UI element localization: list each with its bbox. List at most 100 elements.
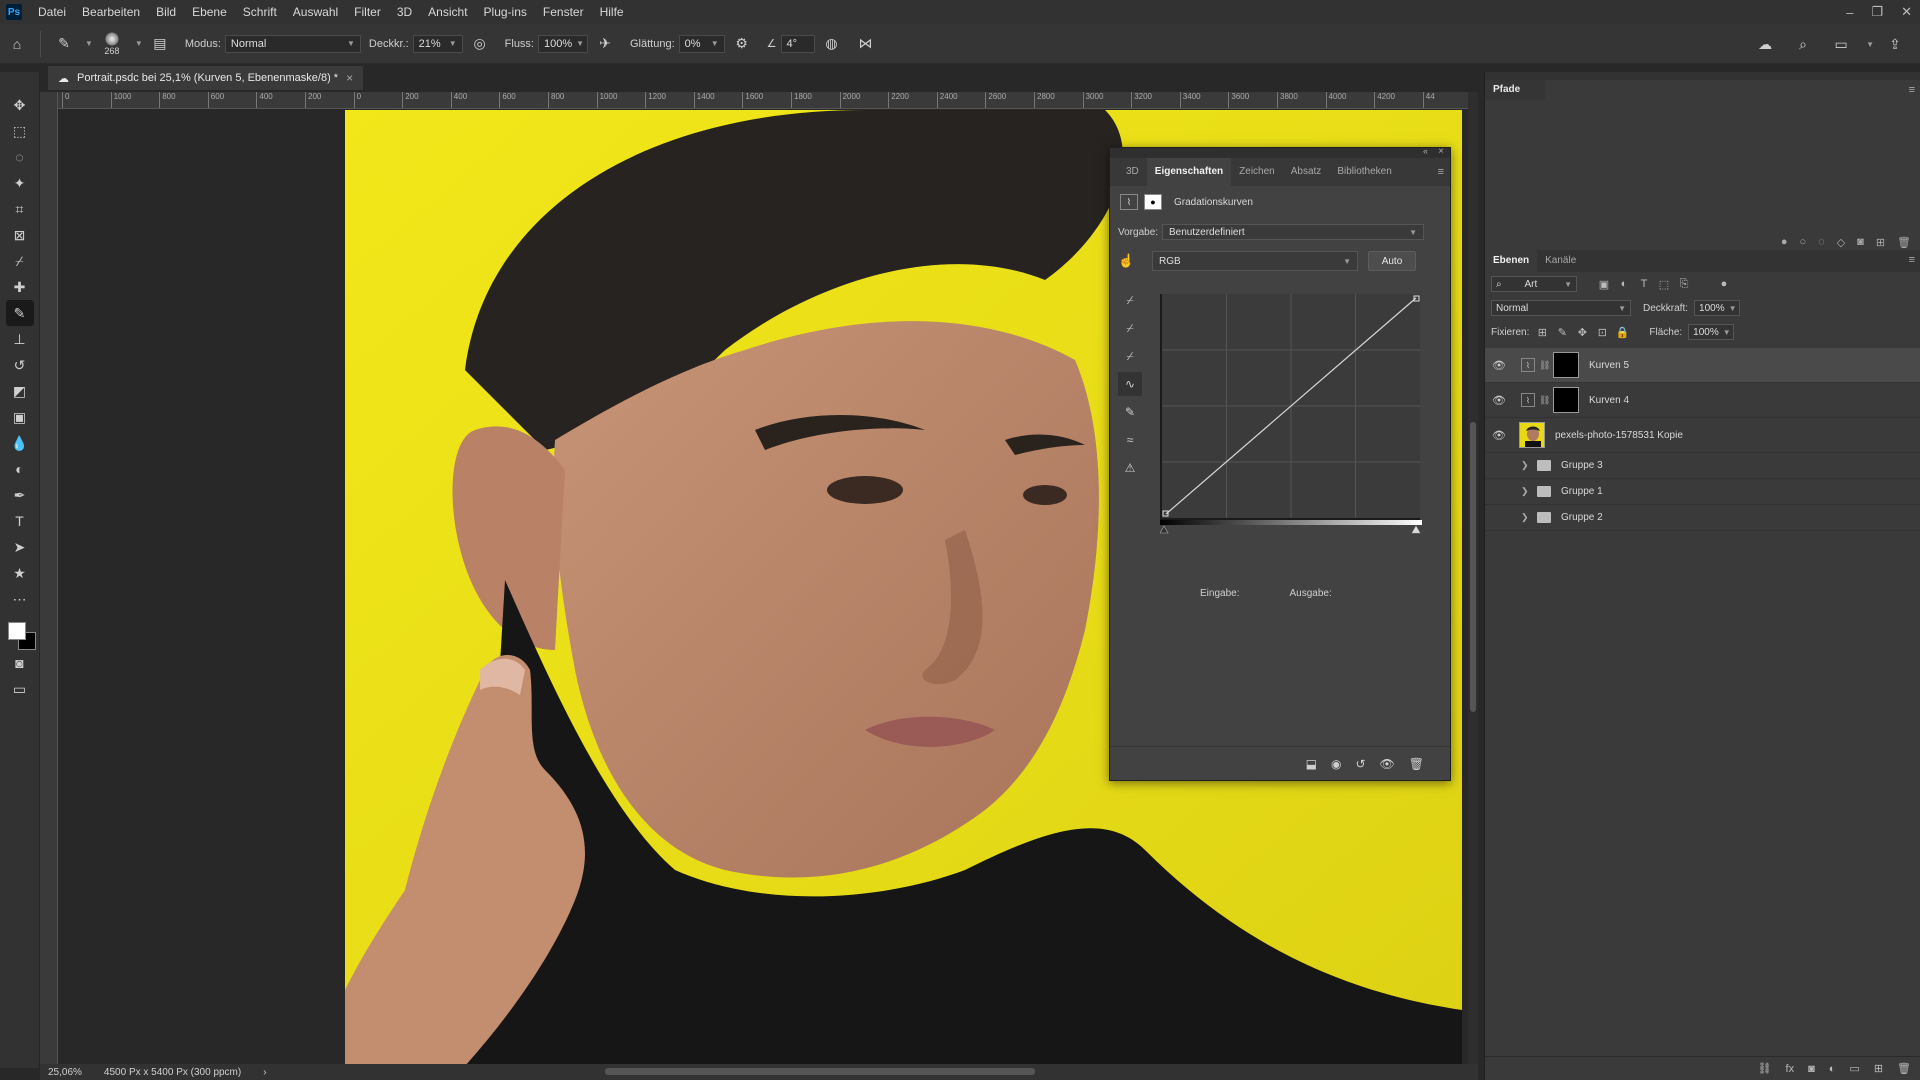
chevron-right-icon[interactable]: ❯ <box>1521 460 1531 471</box>
blend-mode-select[interactable]: Normal ▼ <box>1491 300 1631 316</box>
pen-tool-icon[interactable]: ✒ <box>6 482 34 508</box>
home-icon[interactable]: ⌂ <box>6 33 28 55</box>
brush-settings-icon[interactable]: ▤ <box>149 33 171 55</box>
trash-icon[interactable]: 🗑 <box>1897 236 1911 249</box>
gray-point-eyedropper-icon[interactable]: ⌿ <box>1118 316 1142 340</box>
clipping-warning-icon[interactable]: ⚠ <box>1118 456 1142 480</box>
menu-filter[interactable]: Filter <box>346 0 389 24</box>
blur-tool-icon[interactable]: 💧 <box>6 430 34 456</box>
visibility-eye-icon[interactable]: 👁 <box>1485 429 1513 442</box>
curves-adjustment-icon[interactable]: ⌇ <box>1120 194 1138 210</box>
layer-style-icon[interactable]: fx <box>1786 1063 1795 1075</box>
share-icon[interactable]: ⇪ <box>1884 33 1906 55</box>
channel-select[interactable]: RGB ▼ <box>1152 251 1358 271</box>
tab-kanaele[interactable]: Kanäle <box>1537 250 1584 272</box>
layer-opacity-field[interactable]: 100% ▼ <box>1694 300 1741 316</box>
panel-menu-icon[interactable]: ≡ <box>1438 166 1444 178</box>
dodge-tool-icon[interactable]: ◐ <box>6 456 34 482</box>
screen-mode-icon[interactable]: ▭ <box>6 676 34 702</box>
chevron-down-icon[interactable]: ▼ <box>135 39 143 48</box>
lasso-tool-icon[interactable]: ◌ <box>6 144 34 170</box>
opacity-field[interactable]: 21% ▼ <box>412 34 463 53</box>
new-group-icon[interactable]: ▭ <box>1849 1062 1859 1075</box>
input-slider[interactable] <box>1160 520 1422 534</box>
frame-tool-icon[interactable]: ⊠ <box>6 222 34 248</box>
minimize-button[interactable]: – <box>1846 5 1853 20</box>
flow-field[interactable]: 100% ▼ <box>538 34 588 53</box>
chevron-right-icon[interactable]: ❯ <box>1521 512 1531 523</box>
chevron-down-icon[interactable]: ▼ <box>1866 40 1874 49</box>
filter-pixel-icon[interactable]: ▣ <box>1597 278 1611 291</box>
chevron-right-icon[interactable]: ❯ <box>1521 486 1531 497</box>
symmetry-icon[interactable]: ⋈ <box>855 33 877 55</box>
trash-icon[interactable]: 🗑 <box>1897 1062 1911 1075</box>
zoom-level[interactable]: 25,06% <box>48 1067 82 1078</box>
path-selection-tool-icon[interactable]: ➤ <box>6 534 34 560</box>
lock-transparent-icon[interactable]: ⊞ <box>1535 326 1549 339</box>
layer-row[interactable]: 👁 ⌇ ⛓ Kurven 4 <box>1485 383 1920 418</box>
visibility-eye-icon[interactable]: 👁 <box>1485 394 1513 407</box>
tab-ebenen[interactable]: Ebenen <box>1485 250 1538 272</box>
close-icon[interactable]: × <box>1438 146 1444 157</box>
tab-bibliotheken[interactable]: Bibliotheken <box>1329 158 1399 186</box>
search-icon[interactable]: ⌕ <box>1792 33 1814 55</box>
link-layers-icon[interactable]: ⛓ <box>1758 1062 1772 1075</box>
eyedropper-tool-icon[interactable]: ⌿ <box>6 248 34 274</box>
pencil-icon[interactable]: ✎ <box>1118 400 1142 424</box>
lock-position-icon[interactable]: ✥ <box>1575 326 1589 339</box>
type-tool-icon[interactable]: T <box>6 508 34 534</box>
menu-datei[interactable]: Datei <box>30 0 74 24</box>
menu-bild[interactable]: Bild <box>148 0 184 24</box>
close-icon[interactable]: × <box>346 71 353 85</box>
angle-field[interactable]: 4° <box>780 34 815 53</box>
brush-tool-preset-icon[interactable]: ✎ <box>53 33 75 55</box>
airbrush-icon[interactable]: ✈ <box>594 33 616 55</box>
lock-all-icon[interactable]: 🔒 <box>1615 326 1630 339</box>
mode-select[interactable]: Normal ▼ <box>224 34 361 53</box>
tab-3d[interactable]: 3D <box>1118 158 1147 186</box>
trash-icon[interactable]: 🗑 <box>1409 757 1424 771</box>
menu-auswahl[interactable]: Auswahl <box>285 0 346 24</box>
curve-points-icon[interactable]: ∿ <box>1118 372 1142 396</box>
tab-eigenschaften[interactable]: Eigenschaften <box>1146 158 1232 186</box>
more-tools-icon[interactable]: ⋯ <box>6 586 34 612</box>
mask-icon[interactable]: ● <box>1144 194 1162 210</box>
load-selection-icon[interactable]: ◌ <box>1818 236 1825 248</box>
foreground-color-swatch[interactable] <box>7 622 26 640</box>
chevron-right-icon[interactable]: › <box>263 1067 266 1078</box>
visibility-icon[interactable]: 👁 <box>1380 757 1395 771</box>
brush-preset-picker[interactable]: 268 <box>97 28 127 60</box>
lock-image-icon[interactable]: ✎ <box>1555 326 1569 339</box>
tab-zeichen[interactable]: Zeichen <box>1231 158 1283 186</box>
lock-artboard-icon[interactable]: ⊡ <box>1595 326 1609 339</box>
filter-smart-object-icon[interactable]: ⎘ <box>1677 278 1691 291</box>
layer-mask-thumbnail[interactable] <box>1553 387 1579 413</box>
menu-ansicht[interactable]: Ansicht <box>420 0 475 24</box>
filter-toggle-icon[interactable]: ● <box>1717 278 1731 290</box>
shape-tool-icon[interactable]: ★ <box>6 560 34 586</box>
quick-mask-icon[interactable]: ◙ <box>6 650 34 676</box>
brush-tool-icon[interactable]: ✎ <box>5 300 34 326</box>
filter-adjustment-icon[interactable]: ◐ <box>1617 278 1631 290</box>
clone-stamp-tool-icon[interactable]: ⊥ <box>6 326 34 352</box>
magic-wand-tool-icon[interactable]: ✦ <box>6 170 34 196</box>
curves-graph[interactable] <box>1160 294 1422 534</box>
tab-absatz[interactable]: Absatz <box>1283 158 1330 186</box>
marquee-tool-icon[interactable]: ⬚ <box>6 118 34 144</box>
menu-fenster[interactable]: Fenster <box>535 0 592 24</box>
add-mask-icon[interactable]: ◙ <box>1857 236 1864 248</box>
panel-drag-bar[interactable]: « × <box>1110 146 1450 158</box>
panel-menu-icon[interactable]: ≡ <box>1909 84 1915 96</box>
restore-button[interactable]: ❐ <box>1871 4 1883 20</box>
close-window-button[interactable]: ✕ <box>1901 4 1912 20</box>
pressure-opacity-icon[interactable]: ◎ <box>469 33 491 55</box>
layer-row[interactable]: 👁 ⌇ ⛓ Kurven 5 <box>1485 348 1920 383</box>
pressure-size-icon[interactable]: ◍ <box>821 33 843 55</box>
fill-path-icon[interactable]: ● <box>1781 236 1788 248</box>
reset-icon[interactable]: ↺ <box>1355 757 1365 771</box>
new-layer-icon[interactable]: ⊞ <box>1874 1062 1883 1075</box>
make-work-path-icon[interactable]: ◇ <box>1837 236 1845 249</box>
new-adjustment-icon[interactable]: ◐ <box>1829 1063 1836 1075</box>
link-chain-icon[interactable]: ⛓ <box>1539 360 1550 371</box>
white-point-eyedropper-icon[interactable]: ⌿ <box>1118 344 1142 368</box>
